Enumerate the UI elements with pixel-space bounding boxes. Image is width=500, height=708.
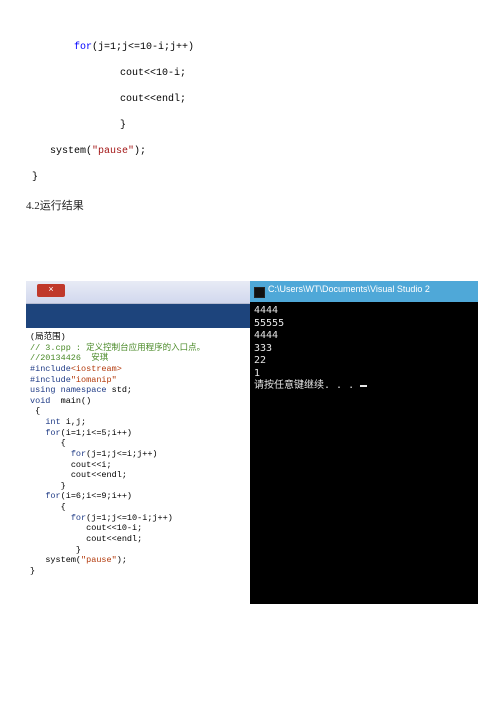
console-line: 4444 [254,305,278,316]
code-text: (j=1;j<=10-i;j++) [86,513,173,523]
token-keyword: using [30,385,56,395]
token-include: <iostream> [71,364,122,374]
console-line: 4444 [254,330,278,341]
token-preproc: #include [30,375,71,385]
code-line: cout<<10-i; [32,61,500,87]
console-line: 55555 [254,318,284,329]
console-icon [254,287,265,298]
code-text: { [61,502,66,512]
vs-titlebar: × [26,281,250,304]
console-titlebar[interactable]: C:\Users\WT\Documents\Visual Studio 2 [250,283,478,302]
code-text: i,j; [61,417,87,427]
console-line: 333 [254,343,272,354]
token-comment: //20134426 安琪 [30,353,108,363]
console-title-text: C:\Users\WT\Documents\Visual Studio 2 [268,284,430,294]
code-text: (i=6;i<=9;i++) [61,491,132,501]
code-text: } [30,566,35,576]
token-keyword: for [45,428,60,438]
console-cursor [360,385,367,387]
console-line: 1 [254,368,260,379]
code-text: } [61,481,66,491]
token-keyword: for [71,513,86,523]
code-line: } [32,113,500,139]
code-text: system( [50,146,92,157]
code-line: for(j=1;j<=10-i;j++) [32,35,500,61]
code-text: ); [117,555,127,565]
token-keyword: void [30,396,50,406]
token-keyword: for [71,449,86,459]
console-window: C:\Users\WT\Documents\Visual Studio 2 44… [250,281,478,599]
scope-label: (局范围) [30,332,66,342]
code-text: cout<<endl; [86,534,142,544]
code-text: { [30,406,40,416]
code-text: { [61,438,66,448]
token-preproc: #include [30,364,71,374]
code-text: } [76,545,81,555]
code-text: ); [134,146,146,157]
close-icon[interactable]: × [37,284,65,297]
code-text: cout<<10-i; [86,523,142,533]
code-text: (j=1;j<=10-i;j++) [92,42,194,53]
code-text: system( [45,555,81,565]
code-line: system("pause"); [32,139,500,165]
section-heading: 4.2运行结果 [26,197,500,213]
ide-screenshot: × (局范围) // 3.cpp : 定义控制台应用程序的入口点。 //2013… [26,281,478,635]
code-text: cout<<i; [71,460,112,470]
token-keyword: for [74,42,92,53]
vs-toolstrip [26,304,250,328]
code-text: main() [50,396,91,406]
vs-code-editor[interactable]: (局范围) // 3.cpp : 定义控制台应用程序的入口点。 //201344… [26,328,250,643]
token-keyword: namespace [56,385,107,395]
code-text: cout<<endl; [71,470,127,480]
console-line: 22 [254,355,266,366]
code-text: (i=1;i<=5;i++) [61,428,132,438]
token-keyword: int [45,417,60,427]
code-line: } [32,165,500,191]
console-output[interactable]: 4444 55555 4444 333 22 1 请按任意键继续. . . [250,302,478,604]
code-line: cout<<endl; [32,87,500,113]
console-prompt: 请按任意键继续. . . [254,380,360,391]
token-string: "pause" [92,146,134,157]
token-keyword: for [45,491,60,501]
code-text: std; [107,385,133,395]
token-comment: // 3.cpp : 定义控制台应用程序的入口点。 [30,343,205,353]
vs-editor-pane: × (局范围) // 3.cpp : 定义控制台应用程序的入口点。 //2013… [26,281,250,635]
code-fragment-block: for(j=1;j<=10-i;j++) cout<<10-i; cout<<e… [0,0,500,191]
code-text: (j=1;j<=i;j++) [86,449,157,459]
token-string: "pause" [81,555,117,565]
token-include: "iomanip" [71,375,117,385]
